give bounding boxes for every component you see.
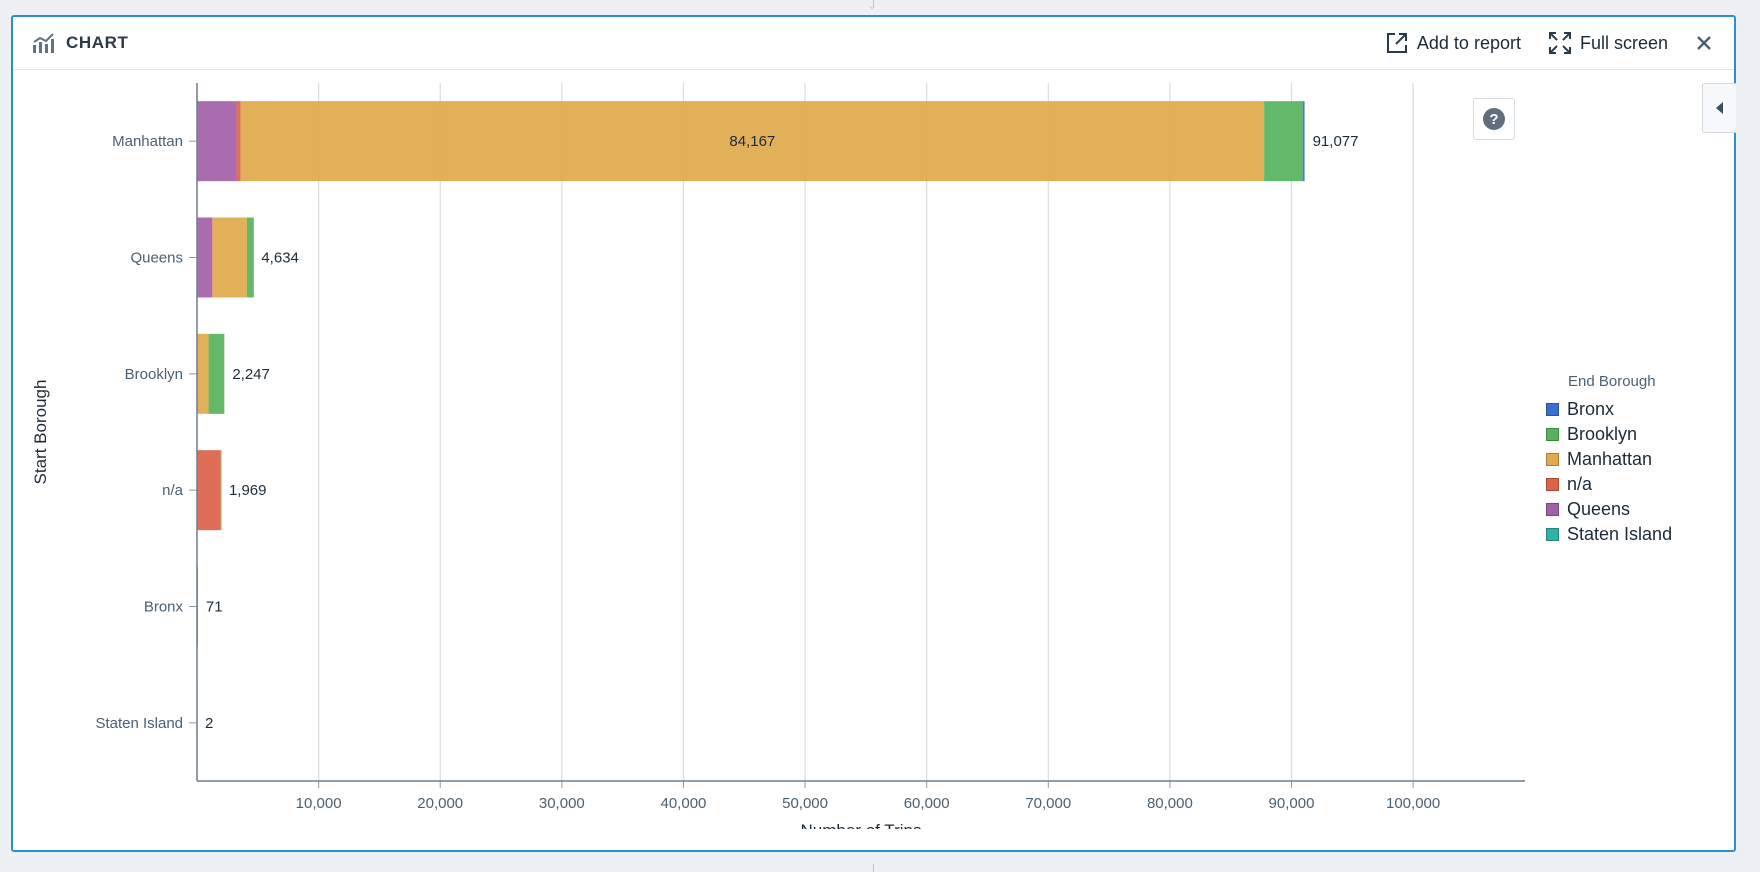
full-screen-button[interactable]: Full screen bbox=[1548, 32, 1668, 54]
legend-label: Manhattan bbox=[1567, 449, 1653, 469]
bar-segment bbox=[197, 101, 237, 182]
add-to-report-button[interactable]: Add to report bbox=[1386, 32, 1521, 54]
y-tick-label: Brooklyn bbox=[125, 366, 183, 383]
panel-header: CHART Add to report Full screen bbox=[13, 17, 1734, 70]
x-tick-label: 30,000 bbox=[539, 795, 585, 812]
chart-panel: CHART Add to report Full screen 10,000 2… bbox=[11, 15, 1736, 852]
bar-segment bbox=[212, 217, 247, 298]
legend-item[interactable]: Queens bbox=[1546, 497, 1672, 522]
bar-segment bbox=[1264, 101, 1303, 182]
bar-segment bbox=[1302, 101, 1305, 182]
legend-label: Staten Island bbox=[1567, 524, 1673, 544]
y-tick-label: Bronx bbox=[144, 599, 184, 616]
total-label: 4,634 bbox=[261, 250, 299, 267]
x-tick-label: 40,000 bbox=[661, 795, 707, 812]
bar-segment bbox=[246, 217, 254, 298]
add-to-report-label: Add to report bbox=[1416, 32, 1521, 53]
legend-label: Queens bbox=[1567, 499, 1631, 519]
side-panel-toggle[interactable] bbox=[1702, 83, 1736, 133]
legend-item[interactable]: n/a bbox=[1546, 472, 1672, 497]
bar-segment bbox=[197, 450, 221, 531]
connector-arrow-icon: ⌄ bbox=[867, 0, 878, 12]
legend-item[interactable]: Manhattan bbox=[1546, 447, 1672, 472]
bottom-connector bbox=[873, 864, 874, 872]
legend-item[interactable]: Staten Island bbox=[1546, 522, 1672, 547]
legend-items: Bronx Brooklyn Manhattan n/a Queens Staten Is… bbox=[1546, 397, 1672, 547]
legend-swatch bbox=[1546, 403, 1559, 416]
segment-value-label: 84,167 bbox=[729, 133, 775, 150]
legend-swatch bbox=[1546, 528, 1559, 541]
legend-title: End Borough bbox=[1568, 373, 1656, 390]
svg-text:?: ? bbox=[1489, 111, 1498, 128]
y-axis-title: Start Borough bbox=[31, 380, 50, 485]
x-axis-title: Number of Trips bbox=[801, 821, 922, 829]
y-tick-label: n/a bbox=[162, 482, 184, 499]
header-left: CHART bbox=[32, 32, 129, 54]
bar-segment bbox=[253, 217, 254, 298]
question-circle-icon: ? bbox=[1483, 108, 1505, 130]
y-tick-label: Queens bbox=[130, 250, 183, 267]
x-tick-label: 70,000 bbox=[1025, 795, 1071, 812]
bar-segment bbox=[197, 333, 209, 414]
total-label: 2 bbox=[205, 715, 213, 732]
y-tick-label: Staten Island bbox=[95, 715, 183, 732]
y-tick-label: Manhattan bbox=[112, 133, 183, 150]
external-link-icon bbox=[1386, 33, 1407, 53]
legend: End Borough Bronx Brooklyn Manhattan n/a Que… bbox=[1546, 373, 1672, 547]
bar-segment bbox=[212, 217, 213, 298]
x-tick-label: 10,000 bbox=[296, 795, 342, 812]
x-tick-label: 90,000 bbox=[1269, 795, 1315, 812]
chart-icon bbox=[32, 32, 56, 54]
full-screen-label: Full screen bbox=[1579, 32, 1668, 53]
total-label: 71 bbox=[206, 599, 223, 616]
legend-item[interactable]: Bronx bbox=[1546, 397, 1672, 422]
chart-svg: 10,000 20,000 30,000 40,000 50,000 60,000 70,0… bbox=[31, 83, 1525, 829]
legend-swatch bbox=[1546, 503, 1559, 516]
bar-segment bbox=[236, 101, 241, 182]
caret-left-icon bbox=[1715, 102, 1723, 114]
legend-swatch bbox=[1546, 453, 1559, 466]
total-label: 2,247 bbox=[232, 366, 270, 383]
x-tick-label: 100,000 bbox=[1386, 795, 1440, 812]
header-actions: Add to report Full screen bbox=[1358, 32, 1712, 54]
expand-icon bbox=[1548, 32, 1571, 54]
x-tick-label: 80,000 bbox=[1147, 795, 1193, 812]
close-icon bbox=[1697, 36, 1711, 50]
total-label: 1,969 bbox=[229, 482, 267, 499]
x-tick-label: 20,000 bbox=[417, 795, 463, 812]
legend-swatch bbox=[1546, 428, 1559, 441]
bar-segment bbox=[208, 333, 225, 414]
legend-label: Brooklyn bbox=[1567, 424, 1638, 444]
bar-segment bbox=[197, 217, 213, 298]
close-button[interactable] bbox=[1696, 35, 1712, 51]
legend-label: Bronx bbox=[1567, 399, 1615, 419]
x-tick-label: 50,000 bbox=[782, 795, 828, 812]
x-tick-label: 60,000 bbox=[904, 795, 950, 812]
help-button[interactable]: ? bbox=[1473, 98, 1515, 140]
legend-item[interactable]: Brooklyn bbox=[1546, 422, 1672, 447]
bar-segment bbox=[220, 450, 222, 531]
panel-title: CHART bbox=[66, 33, 129, 52]
total-label: 91,077 bbox=[1313, 133, 1359, 150]
legend-label: n/a bbox=[1567, 474, 1593, 494]
legend-swatch bbox=[1546, 478, 1559, 491]
